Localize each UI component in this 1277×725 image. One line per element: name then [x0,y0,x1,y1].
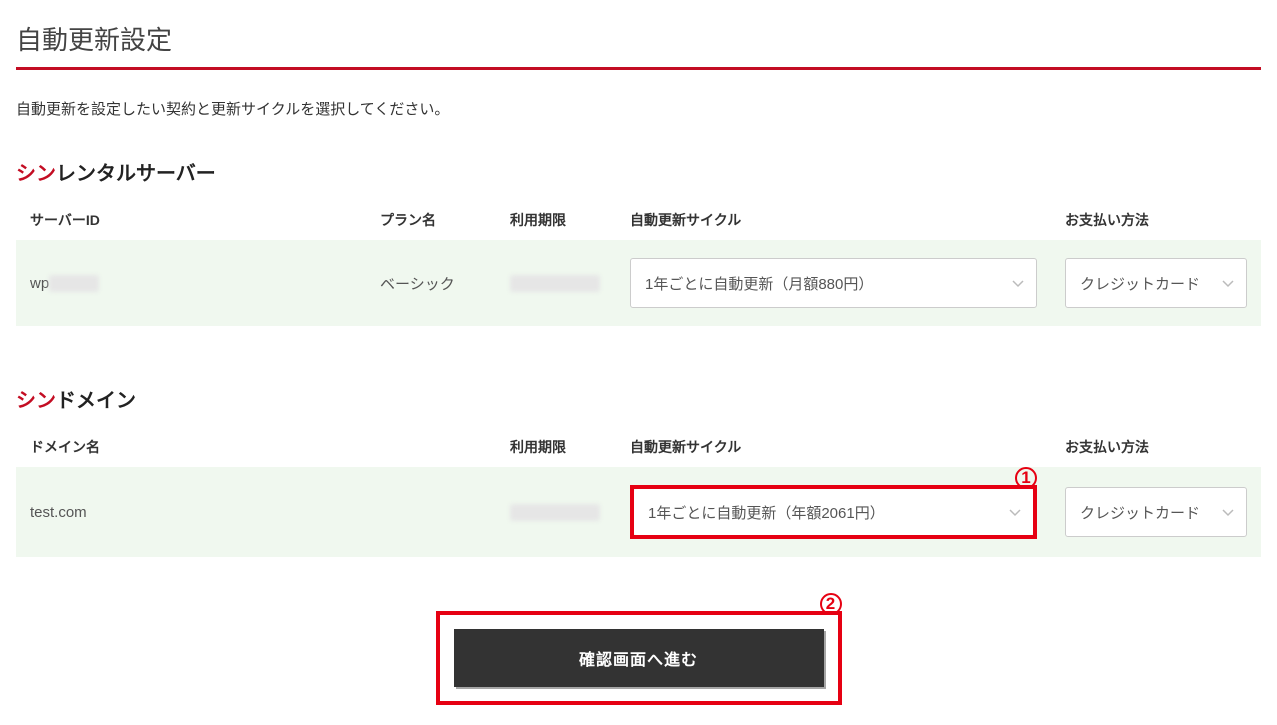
server-header-cycle: 自動更新サイクル [616,200,1051,240]
server-section-heading: シンレンタルサーバー [16,157,1261,186]
server-id-masked: XXXXX [49,275,99,292]
domain-expire-cell: XXXXXXXXX [496,467,616,557]
server-header-id: サーバーID [16,200,366,240]
chevron-down-icon [1222,506,1234,518]
server-header-payment: お支払い方法 [1051,200,1261,240]
server-cycle-select[interactable]: 1年ごとに自動更新（月額880円） [630,258,1037,308]
server-id-prefix: wp [30,275,49,292]
domain-header-expire: 利用期限 [496,427,616,467]
server-payment-cell: クレジットカード [1051,240,1261,326]
server-cycle-cell: 1年ごとに自動更新（月額880円） [616,240,1051,326]
domain-payment-selected: クレジットカード [1080,502,1200,523]
server-id-cell: wpXXXXX [16,240,366,326]
server-table-row: wpXXXXX ベーシック XXXXXXXXX 1年ごとに自動更新（月額880円… [16,240,1261,326]
callout-1: 1 [1015,467,1037,489]
domain-expire-masked: XXXXXXXXX [510,504,600,521]
domain-table-row: test.com XXXXXXXXX 1 1年ごとに自動更新（年額2061円） … [16,467,1261,557]
server-payment-select[interactable]: クレジットカード [1065,258,1247,308]
brand-prefix: シン [16,390,56,412]
brand-prefix: シン [16,163,56,185]
server-header-expire: 利用期限 [496,200,616,240]
server-header-plan: プラン名 [366,200,496,240]
section-heading-rest: ドメイン [56,390,136,412]
domain-cycle-cell: 1 1年ごとに自動更新（年額2061円） [616,467,1051,557]
chevron-down-icon [1222,277,1234,289]
server-table-header-row: サーバーID プラン名 利用期限 自動更新サイクル お支払い方法 [16,200,1261,240]
server-plan-cell: ベーシック [366,240,496,326]
chevron-down-icon [1009,506,1021,518]
chevron-down-icon [1012,277,1024,289]
domain-table-header-row: ドメイン名 利用期限 自動更新サイクル お支払い方法 [16,427,1261,467]
page-title: 自動更新設定 [16,20,1261,70]
domain-header-name: ドメイン名 [16,427,496,467]
domain-header-cycle: 自動更新サイクル [616,427,1051,467]
page-description: 自動更新を設定したい契約と更新サイクルを選択してください。 [16,98,1261,119]
server-table: サーバーID プラン名 利用期限 自動更新サイクル お支払い方法 wpXXXXX… [16,200,1261,326]
domain-cycle-selected: 1年ごとに自動更新（年額2061円） [648,502,885,523]
highlight-cycle: 1 1年ごとに自動更新（年額2061円） [630,485,1037,539]
callout-2: 2 [820,593,842,615]
domain-header-payment: お支払い方法 [1051,427,1261,467]
domain-cycle-select[interactable]: 1年ごとに自動更新（年額2061円） [634,489,1033,535]
server-cycle-selected: 1年ごとに自動更新（月額880円） [645,273,873,294]
server-payment-selected: クレジットカード [1080,273,1200,294]
section-heading-rest: レンタルサーバー [56,163,216,185]
server-expire-cell: XXXXXXXXX [496,240,616,326]
domain-name-cell: test.com [16,467,496,557]
domain-section-heading: シンドメイン [16,384,1261,413]
server-expire-masked: XXXXXXXXX [510,275,600,292]
domain-table: ドメイン名 利用期限 自動更新サイクル お支払い方法 test.com XXXX… [16,427,1261,557]
domain-payment-cell: クレジットカード [1051,467,1261,557]
confirm-button[interactable]: 確認画面へ進む [454,629,824,687]
domain-payment-select[interactable]: クレジットカード [1065,487,1247,537]
